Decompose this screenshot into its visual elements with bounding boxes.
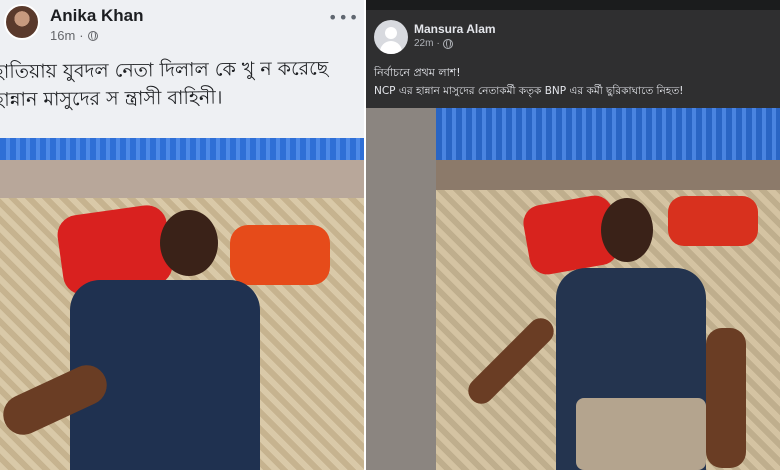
globe-icon xyxy=(87,30,98,41)
post-text-line-1: নির্বাচনে প্রথম লাশ! xyxy=(374,66,461,79)
left-photo-beam xyxy=(0,160,364,200)
post-time[interactable]: 16m xyxy=(50,28,75,43)
avatar[interactable] xyxy=(374,20,408,54)
screenshot-collage: Anika Khan 16m · ••• হাতিয়ায় যুবদল নেত… xyxy=(0,0,780,470)
post-time[interactable]: 22m xyxy=(414,38,433,49)
photo-pillow-2 xyxy=(668,196,758,246)
default-avatar-head-icon xyxy=(385,27,397,39)
left-photo-pillow-2 xyxy=(230,225,330,285)
post-photo[interactable] xyxy=(436,108,780,470)
post-text-line-1: হাতিয়ায় যুবদল নেতা দিলাল কে খু ন করেছে xyxy=(0,57,329,83)
photo-person-head xyxy=(601,198,653,262)
author-name[interactable]: Mansura Alam xyxy=(414,22,496,36)
photo-wall xyxy=(436,160,780,190)
left-post: Anika Khan 16m · ••• হাতিয়ায় যুবদল নেত… xyxy=(0,0,364,470)
right-post: Mansura Alam 22m · নির্বাচনে প্রথম লাশ! … xyxy=(366,0,780,470)
globe-icon xyxy=(442,38,453,49)
photo-gutter xyxy=(366,108,436,470)
post-text-line-2: NCP এর হান্নান মাসুদের নেতাকর্মী কতৃক BN… xyxy=(374,85,684,97)
default-avatar-body-icon xyxy=(380,41,402,54)
post-meta: 22m · xyxy=(414,38,453,49)
post-text: হাতিয়ায় যুবদল নেতা দিলাল কে খু ন করেছে… xyxy=(0,54,364,114)
avatar[interactable] xyxy=(4,4,40,40)
photo-roof xyxy=(436,108,780,160)
top-bar xyxy=(366,0,780,10)
post-text-line-2: হান্নান মাসুদের স ন্ত্রাসী বাহিনী। xyxy=(0,86,223,111)
left-post-header: Anika Khan 16m · ••• হাতিয়ায় যুবদল নেত… xyxy=(0,0,364,138)
post-meta: 16m · xyxy=(50,28,98,43)
left-photo-person-head xyxy=(160,210,218,276)
more-options-icon[interactable]: ••• xyxy=(328,8,359,27)
photo-person-pants xyxy=(576,398,706,470)
photo-person-arm-2 xyxy=(706,328,746,468)
author-name[interactable]: Anika Khan xyxy=(50,6,144,26)
